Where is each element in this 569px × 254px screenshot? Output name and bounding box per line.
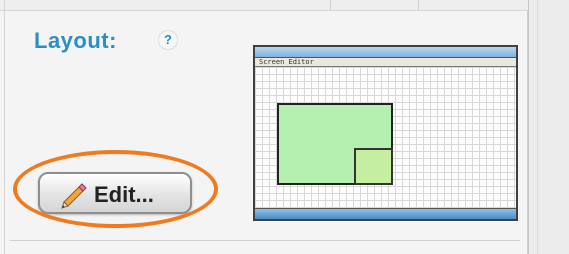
- edit-layout-button[interactable]: Edit...: [38, 172, 192, 214]
- layout-title: Layout:: [34, 28, 117, 53]
- layout-preview-thumbnail: Screen Editor: [253, 45, 518, 221]
- pencil-icon: [61, 183, 87, 209]
- layout-panel: Layout: ? Screen Editor Edit...: [0, 0, 528, 254]
- right-panel-edge: [528, 0, 569, 254]
- panel-left-border: [4, 0, 5, 254]
- panel-divider: [10, 240, 520, 241]
- panel-top-border: [0, 0, 528, 11]
- edit-button-label: Edit...: [94, 182, 154, 207]
- preview-statusbar: [255, 208, 516, 219]
- preview-titlebar: [255, 47, 516, 58]
- preview-menubar: Screen Editor: [255, 58, 516, 67]
- preview-region-sub: [354, 148, 393, 185]
- help-icon[interactable]: ?: [158, 30, 178, 50]
